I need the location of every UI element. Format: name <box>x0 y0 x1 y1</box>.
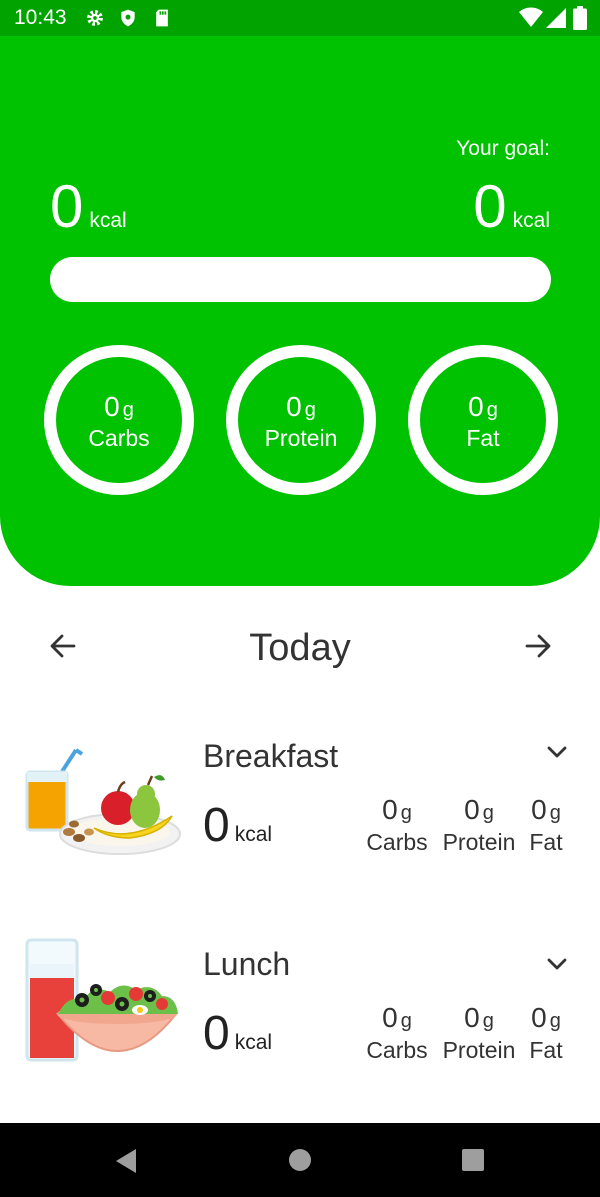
fat-unit: g <box>486 399 498 421</box>
goal-kcal: 0 kcal <box>473 172 550 241</box>
protein-value: 0 <box>286 391 302 422</box>
meal-kcal: 0 kcal <box>203 798 272 853</box>
summary-header: Your goal: 0 kcal 0 kcal 0g Carbs 0g Prote… <box>0 36 600 586</box>
carbs-value: 0 <box>104 391 120 422</box>
consumed-kcal: 0 kcal <box>50 172 127 241</box>
meal-carbs-label: Carbs <box>366 829 428 855</box>
meal-carbs: 0g Carbs <box>360 1002 434 1064</box>
meal-carbs-unit: g <box>400 1010 412 1032</box>
meal-kcal: 0 kcal <box>203 1006 272 1061</box>
carbs-label: Carbs <box>88 425 150 451</box>
goal-kcal-unit: kcal <box>512 209 550 232</box>
meal-protein: 0g Protein <box>438 794 520 856</box>
meal-carbs-value: 0 <box>382 794 398 825</box>
meal-fat-label: Fat <box>529 1037 563 1063</box>
signal-icon <box>546 8 566 28</box>
status-bar: 10:43 <box>0 0 600 36</box>
meal-carbs-value: 0 <box>382 1002 398 1033</box>
meal-protein-value: 0 <box>464 794 480 825</box>
fat-ring: 0g Fat <box>408 345 558 495</box>
meal-carbs-label: Carbs <box>366 1037 428 1063</box>
meal-carbs: 0g Carbs <box>360 794 434 856</box>
meal-protein-value: 0 <box>464 1002 480 1033</box>
system-nav-bar <box>0 1123 600 1197</box>
meal-carbs-unit: g <box>400 802 412 824</box>
protein-ring: 0g Protein <box>226 345 376 495</box>
meal-protein-unit: g <box>482 1010 494 1032</box>
meal-kcal-unit: kcal <box>234 823 273 846</box>
meal-lunch[interactable]: Lunch 0 kcal 0g Carbs 0g Protein 0g Fat <box>0 938 600 1088</box>
meal-protein-label: Protein <box>442 1037 516 1063</box>
meal-kcal-value: 0 <box>203 799 230 852</box>
recents-icon[interactable] <box>461 1148 485 1172</box>
meal-fat-unit: g <box>549 802 561 824</box>
meal-protein-unit: g <box>482 802 494 824</box>
meal-protein-label: Protein <box>442 829 516 855</box>
meal-fat-value: 0 <box>531 1002 547 1033</box>
carbs-unit: g <box>122 399 134 421</box>
day-title: Today <box>249 627 351 669</box>
consumed-kcal-value: 0 <box>50 173 84 240</box>
meal-fat-value: 0 <box>531 794 547 825</box>
breakfast-illustration-icon <box>25 748 181 855</box>
protein-unit: g <box>304 399 316 421</box>
status-time: 10:43 <box>14 6 67 29</box>
meal-protein: 0g Protein <box>438 1002 520 1064</box>
consumed-kcal-unit: kcal <box>89 209 127 232</box>
lunch-illustration-icon <box>25 938 179 1062</box>
meal-kcal-value: 0 <box>203 1007 230 1060</box>
meal-name: Lunch <box>203 946 291 982</box>
sd-card-icon <box>156 9 168 27</box>
shield-icon <box>121 9 135 27</box>
day-navigation: Today <box>0 615 600 685</box>
chevron-down-icon[interactable] <box>545 740 569 764</box>
back-icon[interactable] <box>114 1148 138 1174</box>
carbs-ring: 0g Carbs <box>44 345 194 495</box>
meal-fat-label: Fat <box>529 829 563 855</box>
gear-icon <box>87 10 103 26</box>
arrow-right-icon[interactable] <box>523 631 553 661</box>
wifi-icon <box>519 7 543 27</box>
goal-kcal-value: 0 <box>473 173 507 240</box>
home-icon[interactable] <box>288 1148 312 1172</box>
meal-fat: 0g Fat <box>524 794 568 856</box>
goal-label: Your goal: <box>456 137 550 160</box>
meal-kcal-unit: kcal <box>234 1031 273 1054</box>
meal-fat: 0g Fat <box>524 1002 568 1064</box>
meal-breakfast[interactable]: Breakfast 0 kcal 0g Carbs 0g Protein 0g F… <box>0 730 600 880</box>
chevron-down-icon[interactable] <box>545 952 569 976</box>
fat-value: 0 <box>468 391 484 422</box>
calorie-progress-bar <box>50 257 551 302</box>
meal-name: Breakfast <box>203 738 339 774</box>
meal-fat-unit: g <box>549 1010 561 1032</box>
battery-icon <box>573 6 587 30</box>
protein-label: Protein <box>264 425 338 451</box>
fat-label: Fat <box>466 425 500 451</box>
